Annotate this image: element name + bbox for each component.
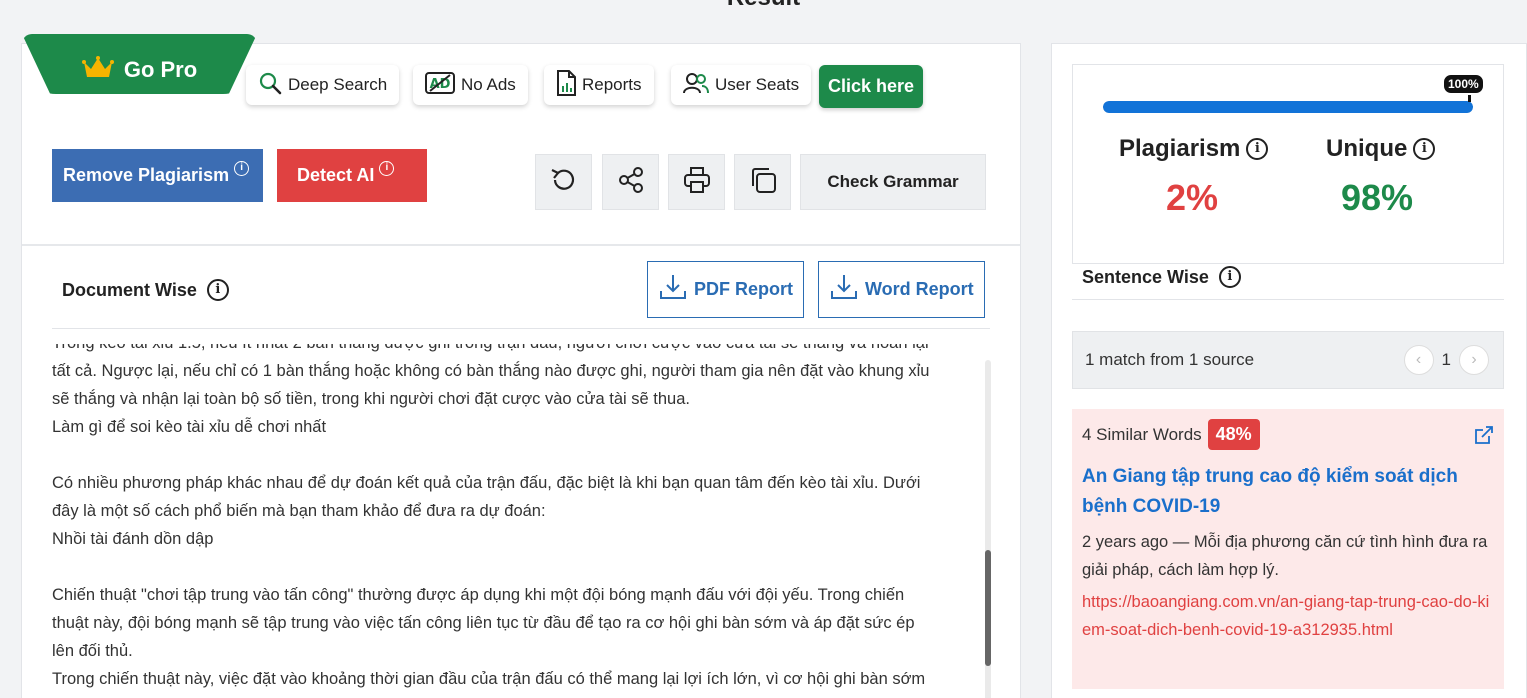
copy-icon — [748, 165, 778, 200]
divider — [52, 328, 990, 329]
text-line: Trong kèo tài xỉu 1.5, nếu ít nhất 2 bàn… — [52, 344, 982, 357]
sentence-wise-heading: Sentence Wise i — [1082, 266, 1241, 288]
chevron-right-icon[interactable]: › — [1459, 345, 1489, 375]
match-summary: 1 match from 1 source ‹ 1 › — [1072, 331, 1504, 389]
reports-label: Reports — [582, 75, 642, 94]
info-icon[interactable]: i — [206, 279, 229, 301]
similarity-badge: 48% — [1207, 419, 1260, 450]
word-report-button[interactable]: Word Report — [818, 261, 985, 318]
external-link-icon[interactable] — [1474, 425, 1494, 450]
document-panel: Go Pro Deep Search AD No Ads Reports Use… — [21, 34, 1021, 698]
unique-label: Unique — [1326, 135, 1408, 162]
document-wise-heading: Document Wise i — [62, 279, 229, 301]
score-box: 100% Plagiarism i 2% Unique i 98% — [1072, 64, 1504, 264]
info-icon[interactable]: i — [1218, 266, 1241, 288]
divider — [1072, 299, 1504, 300]
info-icon[interactable]: i — [1413, 138, 1436, 160]
plagiarism-label: Plagiarism — [1119, 135, 1241, 162]
copy-button[interactable] — [734, 154, 791, 210]
remove-plagiarism-label: Remove Plagiarism — [63, 165, 230, 185]
text-line: tất cả. Ngược lại, nếu chỉ có 1 bàn thắn… — [52, 362, 930, 380]
download-icon — [829, 272, 859, 307]
similar-words-row: 4 Similar Words 48% — [1082, 419, 1494, 450]
progress-fill — [1103, 101, 1473, 113]
source-title-link[interactable]: An Giang tập trung cao độ kiểm soát dịch… — [1082, 462, 1494, 522]
go-pro-banner[interactable]: Go Pro — [22, 34, 257, 94]
document-text[interactable]: Trong kèo tài xỉu 1.5, nếu ít nhất 2 bàn… — [52, 344, 982, 698]
match-count-text: 1 match from 1 source — [1085, 350, 1255, 369]
unique-heading: Unique i — [1326, 135, 1436, 163]
no-ads-label: No Ads — [461, 75, 516, 94]
source-description: 2 years ago — Mỗi địa phương căn cứ tình… — [1082, 533, 1488, 579]
remove-plagiarism-button[interactable]: Remove Plagiarism i — [52, 149, 263, 202]
document-scrollbar[interactable] — [985, 360, 991, 698]
source-url-link[interactable]: https://baoangiang.com.vn/an-giang-tap-t… — [1082, 588, 1494, 644]
search-icon — [258, 71, 282, 100]
deep-search-label: Deep Search — [288, 75, 388, 94]
text-line — [52, 553, 982, 581]
detect-ai-label: Detect AI — [297, 165, 375, 185]
user-seats-label: User Seats — [715, 75, 800, 94]
text-line: sẽ thắng và nhận lại toàn bộ số tiền, tr… — [52, 390, 690, 408]
users-icon — [683, 71, 709, 100]
text-line: Làm gì để soi kèo tài xỉu dễ chơi nhất — [52, 418, 327, 436]
plagiarism-heading: Plagiarism i — [1119, 135, 1269, 163]
text-line: thuật này, đội bóng mạnh sẽ tập trung và… — [52, 614, 915, 632]
pagination: ‹ 1 › — [1403, 345, 1489, 375]
go-pro-label: Go Pro — [123, 57, 198, 82]
text-line: đây là một số cách phổ biến mà bạn tham … — [52, 502, 546, 520]
detect-ai-button[interactable]: Detect AI i — [277, 149, 427, 202]
word-report-label: Word Report — [865, 279, 974, 299]
source-card: 4 Similar Words 48% An Giang tập trung c… — [1072, 409, 1504, 689]
reload-button[interactable] — [535, 154, 592, 210]
divider — [22, 244, 1020, 246]
similar-words-label: 4 Similar Words — [1082, 424, 1202, 444]
progress-badge: 100% — [1442, 73, 1485, 95]
report-document-icon — [556, 69, 576, 101]
results-panel: 100% Plagiarism i 2% Unique i 98% Senten… — [1051, 43, 1527, 698]
document-wise-label: Document Wise — [62, 279, 197, 300]
page-number: 1 — [1441, 350, 1451, 369]
info-icon[interactable]: i — [379, 161, 395, 176]
info-icon[interactable]: i — [234, 161, 250, 176]
printer-icon — [682, 165, 712, 200]
plagiarism-percent: 2% — [1166, 177, 1219, 218]
text-line: Nhồi tài đánh dồn dập — [52, 530, 214, 548]
crown-icon — [81, 55, 114, 85]
print-button[interactable] — [668, 154, 725, 210]
user-seats-button[interactable]: User Seats — [671, 65, 812, 105]
sentence-wise-label: Sentence Wise — [1082, 266, 1209, 287]
ad-block-icon: AD — [425, 71, 455, 100]
pdf-report-label: PDF Report — [694, 279, 793, 299]
check-grammar-button[interactable]: Check Grammar — [800, 154, 986, 210]
page-title: Result — [0, 0, 1527, 12]
text-line: Chiến thuật "chơi tập trung vào tấn công… — [52, 586, 905, 604]
deep-search-button[interactable]: Deep Search — [246, 65, 400, 105]
text-line: lên đối thủ. — [52, 642, 133, 660]
share-button[interactable] — [602, 154, 659, 210]
reports-button[interactable]: Reports — [544, 65, 654, 105]
click-here-button[interactable]: Click here — [819, 65, 923, 108]
text-line: Trong chiến thuật này, việc đặt vào khoả… — [52, 670, 926, 688]
text-line: Có nhiều phương pháp khác nhau để dự đoá… — [52, 474, 921, 492]
reload-icon — [549, 165, 579, 200]
scrollbar-thumb[interactable] — [985, 550, 991, 666]
download-icon — [658, 272, 688, 307]
no-ads-button[interactable]: AD No Ads — [413, 65, 528, 105]
share-icon — [616, 165, 646, 200]
chevron-left-icon[interactable]: ‹ — [1403, 345, 1434, 375]
progress-bar — [1103, 101, 1473, 113]
info-icon[interactable]: i — [1246, 138, 1269, 160]
pdf-report-button[interactable]: PDF Report — [647, 261, 804, 318]
unique-percent: 98% — [1341, 177, 1414, 218]
text-line — [52, 441, 982, 469]
